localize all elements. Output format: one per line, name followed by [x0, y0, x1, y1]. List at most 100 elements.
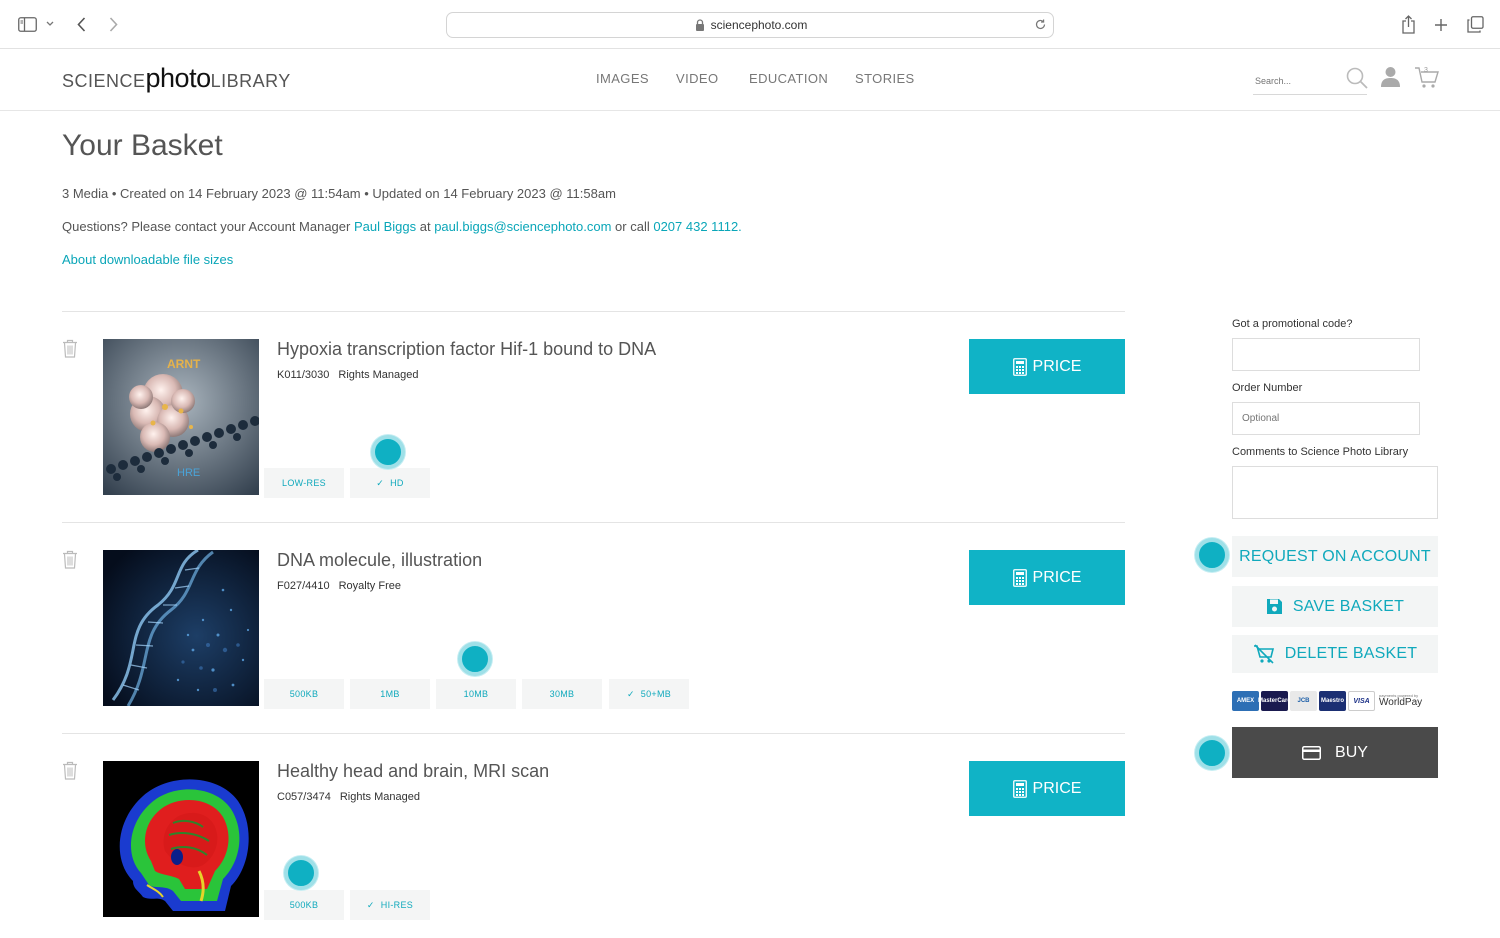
price-button[interactable]: PRICE	[969, 339, 1125, 394]
size-option-500kb[interactable]: 500KB	[264, 679, 344, 709]
size-option-30mb[interactable]: 30MB	[522, 679, 602, 709]
logo-science: SCIENCE	[62, 71, 146, 91]
size-option-1mb[interactable]: 1MB	[350, 679, 430, 709]
divider	[62, 311, 1125, 312]
nav-video[interactable]: VIDEO	[676, 71, 718, 86]
contact-suffix: .	[738, 219, 742, 234]
item-license: Rights Managed	[338, 369, 419, 381]
about-file-sizes-link[interactable]: About downloadable file sizes	[62, 252, 233, 267]
size-option-500kb[interactable]: 500KB	[264, 890, 344, 920]
item-meta: C057/3474 Rights Managed	[277, 791, 429, 803]
site-logo[interactable]: SCIENCEphotoLIBRARY	[62, 63, 291, 94]
thumb-label-hre: HRE	[177, 467, 200, 479]
tab-overview-icon[interactable]	[1465, 15, 1485, 34]
visa-card-icon: VISA	[1348, 691, 1375, 711]
price-label: PRICE	[1032, 568, 1082, 586]
thumbnail-hif1[interactable]: ARNT HRE	[103, 339, 259, 495]
touch-indicator	[1195, 736, 1229, 770]
save-basket-button[interactable]: SAVE BASKET	[1232, 586, 1438, 627]
nav-stories[interactable]: STORIES	[855, 71, 915, 86]
trash-icon[interactable]	[62, 550, 80, 570]
size-label: LOW-RES	[282, 478, 326, 488]
item-meta: F027/4410 Royalty Free	[277, 580, 410, 592]
chevron-down-icon[interactable]	[45, 19, 55, 29]
basket-meta: 3 Media • Created on 14 February 2023 @ …	[62, 186, 616, 201]
calculator-icon	[1012, 779, 1027, 798]
nav-images[interactable]: IMAGES	[596, 71, 649, 86]
trash-icon[interactable]	[62, 761, 80, 781]
site-header: SCIENCEphotoLIBRARY IMAGES VIDEO EDUCATI…	[0, 49, 1500, 111]
size-option-50mb[interactable]: ✓ 50+MB	[609, 679, 689, 709]
order-number-input[interactable]	[1232, 402, 1420, 435]
item-title[interactable]: DNA molecule, illustration	[277, 550, 482, 571]
divider	[62, 733, 1125, 734]
new-tab-icon[interactable]	[1432, 16, 1450, 34]
sidebar-toggle-icon[interactable]	[17, 16, 37, 32]
account-icon[interactable]	[1380, 66, 1401, 93]
item-code: F027/4410	[277, 580, 330, 592]
request-on-account-button[interactable]: REQUEST ON ACCOUNT	[1232, 536, 1438, 577]
credit-card-icon	[1302, 745, 1322, 760]
promo-code-input[interactable]	[1232, 338, 1420, 371]
size-label: 10MB	[463, 689, 489, 699]
comments-textarea[interactable]	[1232, 466, 1438, 519]
promo-label: Got a promotional code?	[1232, 318, 1353, 330]
browser-toolbar: sciencephoto.com	[0, 0, 1500, 49]
check-icon: ✓	[376, 477, 385, 488]
save-icon	[1266, 599, 1282, 614]
nav-education[interactable]: EDUCATION	[749, 71, 828, 86]
mastercard-icon: MasterCard	[1258, 691, 1291, 711]
contact-prefix: Questions? Please contact your Account M…	[62, 219, 354, 234]
buy-button[interactable]: BUY	[1232, 727, 1438, 778]
lock-icon	[695, 19, 704, 31]
size-label: 500KB	[289, 689, 319, 699]
item-title[interactable]: Hypoxia transcription factor Hif-1 bound…	[277, 339, 656, 360]
phone-link[interactable]: 0207 432 1112	[653, 219, 738, 234]
item-code: K011/3030	[277, 369, 330, 381]
reload-icon[interactable]	[1034, 18, 1047, 34]
contact-or-call: or call	[611, 219, 654, 234]
thumb-label-arnt: ARNT	[167, 357, 201, 371]
size-label: HD	[390, 478, 404, 488]
size-option-low-res[interactable]: LOW-RES	[264, 468, 344, 498]
forward-icon[interactable]	[105, 15, 121, 33]
item-title[interactable]: Healthy head and brain, MRI scan	[277, 761, 549, 782]
item-license: Royalty Free	[338, 580, 401, 592]
back-icon[interactable]	[73, 15, 89, 33]
size-option-hd[interactable]: ✓ HD	[350, 468, 430, 498]
order-number-label: Order Number	[1232, 382, 1303, 394]
contact-line: Questions? Please contact your Account M…	[62, 219, 742, 234]
contact-at: at	[416, 219, 435, 234]
calculator-icon	[1012, 357, 1027, 376]
address-bar[interactable]: sciencephoto.com	[446, 12, 1054, 38]
thumbnail-mri[interactable]	[103, 761, 259, 917]
search-icon[interactable]	[1346, 67, 1368, 94]
item-code: C057/3474	[277, 791, 331, 803]
thumbnail-dna[interactable]	[103, 550, 259, 706]
logo-photo: photo	[145, 63, 212, 93]
size-label: 500KB	[289, 900, 319, 910]
touch-indicator	[1195, 538, 1229, 572]
url-text: sciencephoto.com	[710, 18, 808, 32]
delete-basket-button[interactable]: DELETE BASKET	[1232, 635, 1438, 673]
calculator-icon	[1012, 568, 1027, 587]
item-license: Rights Managed	[339, 791, 420, 803]
touch-indicator	[371, 435, 405, 469]
cart-remove-icon	[1253, 644, 1274, 664]
save-label: SAVE BASKET	[1292, 597, 1405, 615]
price-button[interactable]: PRICE	[969, 550, 1125, 605]
trash-icon[interactable]	[62, 339, 80, 359]
size-label: 30MB	[549, 689, 575, 699]
worldpay-logo: payments powered by WorldPay	[1379, 694, 1422, 708]
maestro-card-icon: Maestro	[1319, 691, 1346, 711]
email-link[interactable]: paul.biggs@sciencephoto.com	[434, 219, 611, 234]
share-icon[interactable]	[1399, 14, 1417, 34]
size-option-10mb[interactable]: 10MB	[436, 679, 516, 709]
account-manager-link[interactable]: Paul Biggs	[354, 219, 416, 234]
page-title: Your Basket	[62, 129, 223, 162]
price-button[interactable]: PRICE	[969, 761, 1125, 816]
touch-indicator	[458, 642, 492, 676]
size-option-hi-res[interactable]: ✓ HI-RES	[350, 890, 430, 920]
delete-label: DELETE BASKET	[1284, 645, 1418, 662]
size-label: 50+MB	[640, 689, 672, 699]
